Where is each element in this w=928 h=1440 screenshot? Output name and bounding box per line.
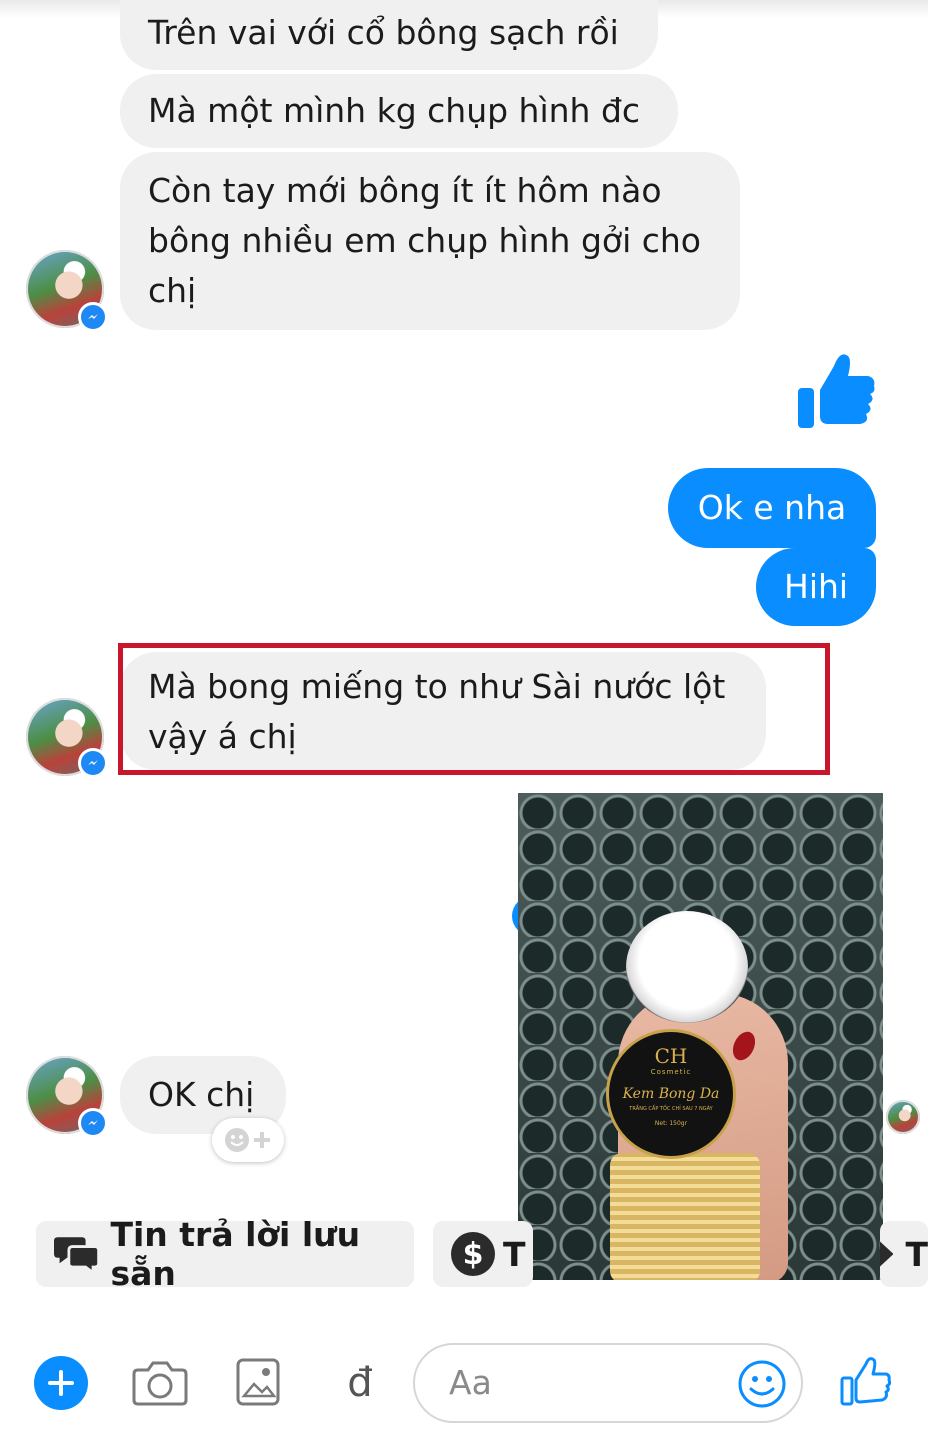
message-bubble-outgoing[interactable]: Hihi	[756, 548, 876, 626]
chat-bubbles-icon	[54, 1237, 101, 1276]
smiley-icon[interactable]	[737, 1359, 787, 1413]
message-text: Hihi	[784, 567, 849, 606]
message-input[interactable]: Aa	[413, 1343, 803, 1423]
product-name: Kem Bong Da	[622, 1086, 720, 1102]
message-bubble-incoming[interactable]: Mà một mình kg chụp hình đc	[120, 74, 678, 148]
chip-label: Tin trả lời lưu sẵn	[110, 1215, 361, 1293]
chip-label: T	[503, 1234, 526, 1274]
message-bubble-incoming[interactable]: Trên vai với cổ bông sạch rồi	[120, 0, 658, 70]
product-photo[interactable]: CH Cosmetic Kem Bong Da TRẮNG CẤP TỐC CH…	[518, 793, 883, 1280]
brand-logo: CH	[654, 1044, 688, 1068]
dollar-icon: $	[451, 1232, 495, 1276]
read-receipt-avatar	[886, 1100, 920, 1134]
message-input-placeholder: Aa	[449, 1363, 492, 1402]
tag-icon	[880, 1241, 894, 1267]
quick-reply-third[interactable]: T	[880, 1221, 928, 1287]
brand-sub: Cosmetic	[650, 1068, 692, 1076]
message-text: bông nhiều em chụp hình gởi cho	[148, 221, 701, 260]
thumbs-up-icon[interactable]	[840, 1354, 892, 1408]
message-bubble-outgoing[interactable]: Ok e nha	[668, 468, 876, 548]
highlight-box	[118, 643, 830, 775]
camera-icon[interactable]	[132, 1358, 188, 1408]
product-weight: Net: 150gr	[654, 1120, 688, 1127]
image-icon[interactable]	[236, 1358, 280, 1406]
message-text: Trên vai với cổ bông sạch rồi	[148, 13, 619, 52]
chip-label: T	[905, 1234, 928, 1274]
message-text: OK chị	[148, 1075, 255, 1114]
quick-reply-payment[interactable]: $ T	[433, 1221, 533, 1287]
thumbs-up-icon[interactable]	[796, 348, 876, 430]
product-tagline: TRẮNG CẤP TỐC CHỈ SAU 7 NGÀY	[629, 1106, 713, 1112]
messenger-badge-icon	[78, 748, 108, 778]
cream-jar-lid	[626, 911, 748, 1023]
message-text: Ok e nha	[697, 488, 847, 527]
message-bubble-incoming[interactable]: Còn tay mới bông ít ít hôm nào bông nhiề…	[120, 152, 740, 330]
message-text: chị	[148, 271, 197, 310]
message-text: Còn tay mới bông ít ít hôm nào	[148, 171, 662, 210]
currency-button[interactable]: đ	[340, 1356, 380, 1410]
add-reaction-icon[interactable]	[212, 1118, 284, 1162]
bangles	[610, 1153, 760, 1280]
message-text: Mà một mình kg chụp hình đc	[148, 91, 641, 130]
messenger-badge-icon	[78, 302, 108, 332]
plus-icon[interactable]	[34, 1356, 88, 1410]
messenger-badge-icon	[78, 1108, 108, 1138]
currency-symbol: đ	[347, 1360, 373, 1406]
cream-jar-label: CH Cosmetic Kem Bong Da TRẮNG CẤP TỐC CH…	[606, 1029, 736, 1159]
quick-reply-saved[interactable]: Tin trả lời lưu sẵn	[36, 1215, 414, 1293]
